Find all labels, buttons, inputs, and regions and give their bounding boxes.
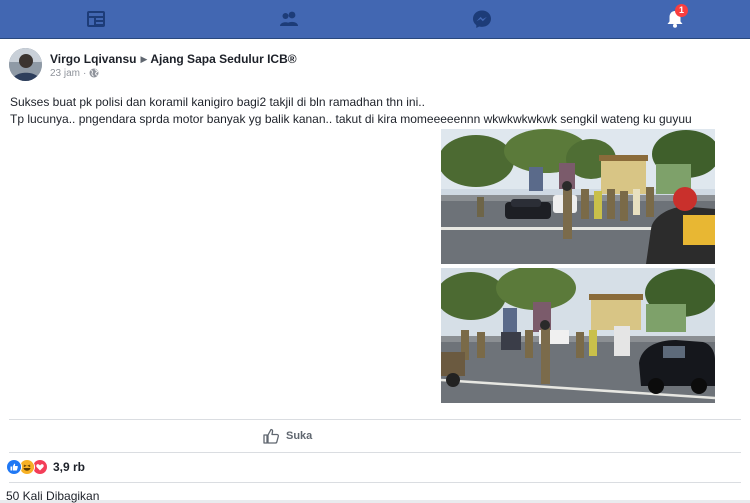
- actions-divider-bottom: [9, 452, 741, 453]
- globe-icon: [89, 68, 99, 81]
- post-timestamp[interactable]: 23 jam: [50, 68, 80, 79]
- bell-icon[interactable]: 1: [665, 4, 688, 29]
- post-card: Virgo Lqivansu ▶ Ajang Sapa Sedulur ICB® 2…: [0, 39, 750, 503]
- like-button[interactable]: Suka: [262, 425, 312, 447]
- avatar[interactable]: [9, 48, 42, 81]
- like-button-label: Suka: [286, 430, 313, 442]
- actions-divider-top: [9, 419, 741, 420]
- notification-badge: 1: [675, 4, 688, 17]
- friends-icon[interactable]: [279, 9, 299, 29]
- post-meta: 23 jam ·: [50, 68, 99, 81]
- shares-count[interactable]: 50 Kali Dibagikan: [6, 489, 99, 503]
- arrow-right-icon: ▶: [140, 54, 148, 64]
- reaction-summary[interactable]: 3,9 rb: [6, 458, 85, 476]
- post-text-line: Sukses buat pk polisi dan koramil kanigi…: [10, 95, 425, 109]
- top-navigation-bar: 1: [0, 0, 750, 39]
- post-photo-1[interactable]: [441, 129, 715, 264]
- thumbs-up-icon: [263, 428, 280, 444]
- post-message: Sukses buat pk polisi dan koramil kanigi…: [10, 94, 740, 128]
- post-photo-2[interactable]: [441, 268, 715, 403]
- post-header: Virgo Lqivansu ▶ Ajang Sapa Sedulur ICB®: [50, 52, 297, 66]
- messenger-icon[interactable]: [472, 9, 492, 29]
- group-name[interactable]: Ajang Sapa Sedulur ICB®: [150, 52, 296, 66]
- news-feed-icon[interactable]: [86, 9, 106, 29]
- meta-separator: ·: [83, 68, 87, 79]
- shares-divider: [9, 482, 741, 483]
- author-name[interactable]: Virgo Lqivansu: [50, 52, 136, 66]
- reaction-count: 3,9 rb: [53, 460, 86, 474]
- like-icon: [6, 459, 22, 475]
- post-text-line: Tp lucunya.. pngendara sprda motor banya…: [10, 112, 692, 126]
